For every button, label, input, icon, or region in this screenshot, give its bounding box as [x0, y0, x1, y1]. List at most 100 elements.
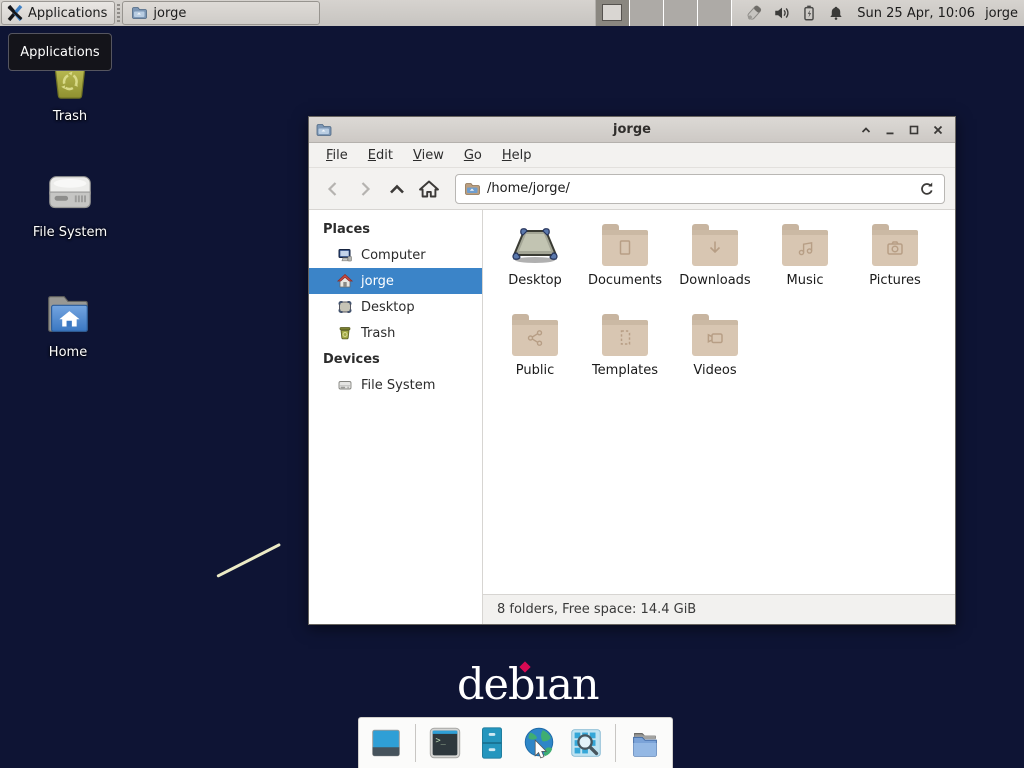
- system-tray: [744, 3, 845, 23]
- close-button[interactable]: [929, 121, 947, 139]
- app-finder-launcher[interactable]: [565, 722, 607, 764]
- workspace-switcher: [595, 0, 732, 26]
- tooltip-text: Applications: [20, 45, 99, 60]
- terminal-prompt-glyph: >_: [436, 736, 447, 746]
- folder-icon: [131, 5, 147, 21]
- file-item-documents[interactable]: Documents: [581, 222, 669, 288]
- workspace-3[interactable]: [664, 0, 698, 26]
- file-item-public[interactable]: Public: [491, 312, 579, 378]
- minimize-button[interactable]: [881, 121, 899, 139]
- path-folder-icon: [464, 181, 480, 197]
- file-item-label: Music: [787, 273, 824, 288]
- file-item-label: Desktop: [508, 273, 562, 288]
- workspace-1[interactable]: [596, 0, 630, 26]
- videos-glyph-icon: [705, 328, 725, 348]
- path-input[interactable]: /home/jorge/: [487, 181, 911, 196]
- desktop-icon-label: Home: [49, 345, 87, 360]
- forward-button[interactable]: [351, 175, 379, 203]
- desktop-icon-home[interactable]: Home: [18, 290, 118, 360]
- file-item-pictures[interactable]: Pictures: [851, 222, 939, 288]
- show-desktop-button[interactable]: [365, 722, 407, 764]
- reload-icon[interactable]: [918, 180, 936, 198]
- trash-icon: [337, 325, 353, 341]
- battery-icon[interactable]: [800, 4, 818, 22]
- documents-glyph-icon: [615, 238, 635, 258]
- file-item-music[interactable]: Music: [761, 222, 849, 288]
- file-manager-window: jorge File Edit View Go Help: [308, 116, 956, 625]
- file-manager-icon: [626, 724, 664, 762]
- volume-icon[interactable]: [773, 4, 791, 22]
- menu-file[interactable]: File: [316, 145, 358, 166]
- file-item-downloads[interactable]: Downloads: [671, 222, 759, 288]
- shade-button[interactable]: [857, 121, 875, 139]
- file-item-desktop[interactable]: Desktop: [491, 222, 579, 288]
- maximize-button[interactable]: [905, 121, 923, 139]
- panel-separator-handle[interactable]: [117, 4, 120, 22]
- sidebar-item-computer[interactable]: Computer: [309, 242, 482, 268]
- menu-view[interactable]: View: [403, 145, 454, 166]
- menu-edit[interactable]: Edit: [358, 145, 403, 166]
- statusbar: 8 folders, Free space: 14.4 GiB: [483, 594, 955, 624]
- workspace-window-thumb: [602, 4, 622, 21]
- tool-icon[interactable]: [744, 3, 764, 23]
- taskbar-item-label: jorge: [153, 6, 186, 21]
- pictures-glyph-icon: [885, 238, 905, 258]
- web-browser-launcher[interactable]: [518, 722, 560, 764]
- sidebar-header-places: Places: [309, 216, 482, 242]
- terminal-launcher[interactable]: >_: [424, 722, 466, 764]
- path-bar[interactable]: /home/jorge/: [455, 174, 945, 204]
- file-manager-launcher[interactable]: [624, 722, 666, 764]
- sidebar-item-jorge[interactable]: jorge: [309, 268, 482, 294]
- sidebar-item-label: Trash: [361, 326, 395, 341]
- show-desktop-icon: [367, 724, 405, 762]
- window-titlebar[interactable]: jorge: [309, 117, 955, 143]
- sidebar-item-desktop[interactable]: Desktop: [309, 294, 482, 320]
- window-controls: [857, 121, 955, 139]
- hard-drive-icon: [43, 170, 97, 218]
- terminal-icon: >_: [426, 724, 464, 762]
- status-text: 8 folders, Free space: 14.4 GiB: [497, 602, 696, 617]
- home-folder-icon: [41, 290, 95, 338]
- desktop-icon: [337, 299, 353, 315]
- up-button[interactable]: [383, 175, 411, 203]
- public-glyph-icon: [525, 328, 545, 348]
- file-cabinet-icon: [473, 724, 511, 762]
- file-item-label: Pictures: [869, 273, 920, 288]
- applications-label: Applications: [28, 6, 107, 21]
- bottom-dock: >_: [358, 717, 673, 768]
- computer-icon: [337, 247, 353, 263]
- file-cabinet-launcher[interactable]: [471, 722, 513, 764]
- sidebar-item-file-system[interactable]: File System: [309, 372, 482, 398]
- file-item-templates[interactable]: Templates: [581, 312, 669, 378]
- notification-bell-icon[interactable]: [827, 4, 845, 22]
- menu-help[interactable]: Help: [492, 145, 542, 166]
- home-button[interactable]: [415, 175, 443, 203]
- sidebar-item-label: Computer: [361, 248, 426, 263]
- downloads-glyph-icon: [705, 238, 725, 258]
- menu-go[interactable]: Go: [454, 145, 492, 166]
- window-body: Places Computer: [309, 210, 955, 624]
- dock-separator: [615, 724, 616, 762]
- sidebar-item-label: jorge: [361, 274, 394, 289]
- sidebar: Places Computer: [309, 210, 483, 624]
- desktop-folder-icon: [509, 224, 561, 266]
- panel-username[interactable]: jorge: [985, 6, 1018, 21]
- applications-button[interactable]: Applications: [1, 1, 115, 25]
- dock-separator: [415, 724, 416, 762]
- applications-tooltip: Applications: [8, 33, 112, 71]
- xorg-logo-icon: [7, 5, 23, 21]
- home-icon: [337, 273, 353, 289]
- debian-wallpaper-logo: debıan: [457, 660, 599, 710]
- desktop-icon-file-system[interactable]: File System: [20, 170, 120, 240]
- file-item-videos[interactable]: Videos: [671, 312, 759, 378]
- workspace-2[interactable]: [630, 0, 664, 26]
- panel-clock[interactable]: Sun 25 Apr, 10:06: [857, 6, 975, 21]
- toolbar: /home/jorge/: [309, 168, 955, 210]
- back-button[interactable]: [319, 175, 347, 203]
- sidebar-item-trash[interactable]: Trash: [309, 320, 482, 346]
- file-grid: Desktop Documents: [483, 210, 955, 594]
- file-item-label: Documents: [588, 273, 662, 288]
- content-column: Desktop Documents: [483, 210, 955, 624]
- workspace-4[interactable]: [698, 0, 732, 26]
- taskbar-item-jorge[interactable]: jorge: [122, 1, 320, 25]
